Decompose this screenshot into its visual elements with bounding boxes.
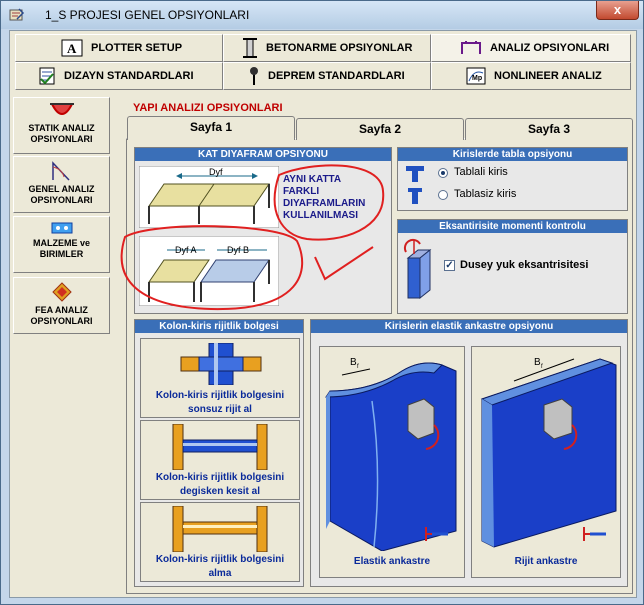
- elastik-ankastre-option[interactable]: B f Elastik ankastre: [319, 346, 465, 578]
- nonlinear-icon: Mp: [466, 67, 486, 85]
- caption-line: Kolon-kiris rijitlik bolgesini: [155, 554, 285, 565]
- window-title: 1_S PROJESI GENEL OPSIYONLARI: [45, 8, 250, 22]
- rijit-ankastre-option[interactable]: B f Rijit ankastre: [471, 346, 621, 578]
- eksantrisite-label[interactable]: Dusey yuk eksantrisitesi: [460, 259, 588, 271]
- bf-sub-label: f: [541, 364, 543, 370]
- button-line2: OPSIYONLARI: [30, 316, 93, 326]
- t-beam-icon: [406, 166, 424, 182]
- none-caption: Kolon-kiris rijitlik bolgesini alma: [141, 553, 299, 581]
- bf-sub-label: f: [357, 364, 359, 370]
- button-line1: MALZEME ve: [32, 238, 90, 248]
- tab-analiz[interactable]: ANALIZ OPSIYONLARI: [431, 34, 631, 62]
- t-beam-small-icon: [408, 188, 422, 204]
- button-line2: OPSIYONLARI: [30, 195, 93, 205]
- red-annotation-marks: [120, 164, 385, 311]
- eksantrisite-box: Eksantirisite momenti kontrolu ✓ Dusey y…: [397, 219, 628, 314]
- statik-analiz-button[interactable]: STATIK ANALIZ OPSIYONLARI: [13, 97, 110, 154]
- tab-label: ANALIZ OPSIYONLARI: [490, 42, 610, 54]
- button-line2: BIRIMLER: [39, 249, 84, 259]
- tab-sayfa-1[interactable]: Sayfa 1: [127, 116, 295, 140]
- tablasiz-label[interactable]: Tablasiz kiris: [454, 188, 516, 200]
- genel-analiz-button[interactable]: GENEL ANALIZ OPSIYONLARI: [13, 156, 110, 213]
- app-icon: [9, 8, 25, 21]
- caption-line: alma: [208, 568, 232, 579]
- rijit-caption: Rijit ankastre: [514, 556, 578, 567]
- fea-icon: [51, 282, 72, 302]
- button-line1: STATIK ANALIZ: [28, 123, 95, 133]
- tab-label: DIZAYN STANDARDLARI: [64, 70, 194, 82]
- tab-deprem[interactable]: DEPREM STANDARDLARI: [223, 62, 431, 90]
- column-icon: [243, 38, 257, 58]
- elastic-header: Kirislerin elastik ankastre opsiyonu: [311, 320, 627, 333]
- tab-label: NONLINEER ANALIZ: [494, 70, 602, 82]
- tab-label: BETONARME OPSIYONLAR: [266, 42, 413, 54]
- tab-sayfa-3[interactable]: Sayfa 3: [465, 118, 633, 140]
- rigid-wall-drawing: B f: [480, 357, 617, 548]
- genel-analiz-icon: [51, 161, 70, 181]
- bf-label: B: [350, 357, 357, 368]
- tab-nonlineer[interactable]: Mp NONLINEER ANALIZ: [431, 62, 631, 90]
- plotter-icon: A: [61, 39, 83, 57]
- malzeme-button[interactable]: MALZEME ve BIRIMLER: [13, 216, 110, 273]
- rigid-none-option[interactable]: Kolon-kiris rijitlik bolgesini alma: [140, 502, 300, 582]
- svg-text:A: A: [67, 41, 77, 56]
- tab-label: PLOTTER SETUP: [91, 42, 183, 54]
- joint-rigid-drawing: [180, 343, 262, 385]
- joint-none-drawing: [172, 506, 268, 552]
- analysis-icon: [461, 41, 481, 54]
- elastic-wall-drawing: B f: [325, 357, 457, 551]
- tab-betonarme[interactable]: BETONARME OPSIYONLAR: [223, 34, 431, 62]
- variable-caption: Kolon-kiris rijitlik bolgesini degisken …: [141, 471, 299, 499]
- caption-line: degisken kesit al: [179, 486, 261, 497]
- tab-dizayn[interactable]: DIZAYN STANDARDLARI: [15, 62, 223, 90]
- elastic-box: Kirislerin elastik ankastre opsiyonu B f…: [310, 319, 628, 587]
- tab-sayfa-2[interactable]: Sayfa 2: [296, 118, 464, 140]
- close-button[interactable]: x: [596, 1, 639, 20]
- tablali-radio[interactable]: [438, 168, 448, 178]
- section-title: YAPI ANALIZI OPSIYONLARI: [133, 102, 283, 114]
- rigid-zone-box: Kolon-kiris rijitlik bolgesi Kolon-kiris…: [134, 319, 304, 587]
- statik-analiz-icon: [49, 103, 74, 115]
- tabla-header: Kirislerde tabla opsiyonu: [398, 148, 627, 161]
- svg-text:Mp: Mp: [472, 75, 482, 82]
- rigid-zone-header: Kolon-kiris rijitlik bolgesi: [135, 320, 303, 333]
- rigid-variable-option[interactable]: Kolon-kiris rijitlik bolgesini degisken …: [140, 420, 300, 500]
- title-bar[interactable]: 1_S PROJESI GENEL OPSIYONLARI x: [1, 1, 643, 29]
- rigid-infinite-option[interactable]: Kolon-kiris rijitlik bolgesini sonsuz ri…: [140, 338, 300, 418]
- caption-line: Kolon-kiris rijitlik bolgesini: [155, 472, 285, 483]
- rigid-caption: Kolon-kiris rijitlik bolgesini sonsuz ri…: [141, 389, 299, 417]
- caption-line: Kolon-kiris rijitlik bolgesini: [155, 390, 285, 401]
- malzeme-icon: [51, 222, 72, 234]
- tablali-label[interactable]: Tablali kiris: [454, 166, 508, 178]
- fea-analiz-button[interactable]: FEA ANALIZ OPSIYONLARI: [13, 277, 110, 334]
- tab-label: DEPREM STANDARDLARI: [268, 70, 405, 82]
- moment-icon: [403, 238, 432, 300]
- diaphragm-header: KAT DIYAFRAM OPSIYONU: [135, 148, 391, 161]
- button-line1: GENEL ANALIZ: [28, 184, 95, 194]
- elastik-caption: Elastik ankastre: [353, 556, 431, 567]
- eksantrisite-header: Eksantirisite momenti kontrolu: [398, 220, 627, 233]
- main-window: 1_S PROJESI GENEL OPSIYONLARI x A PLOTTE…: [0, 0, 644, 605]
- caption-line: sonsuz rijit al: [188, 404, 252, 415]
- button-line1: FEA ANALIZ: [35, 305, 88, 315]
- tablasiz-radio[interactable]: [438, 190, 448, 200]
- eksantrisite-checkbox[interactable]: ✓: [444, 260, 455, 271]
- button-line2: OPSIYONLARI: [30, 134, 93, 144]
- tabla-box: Kirislerde tabla opsiyonu Tablali kiris …: [397, 147, 628, 211]
- joint-variable-drawing: [172, 424, 268, 470]
- design-icon: [39, 67, 55, 85]
- tab-plotter-setup[interactable]: A PLOTTER SETUP: [15, 34, 223, 62]
- bf-label: B: [534, 357, 541, 368]
- earthquake-icon: [250, 67, 258, 85]
